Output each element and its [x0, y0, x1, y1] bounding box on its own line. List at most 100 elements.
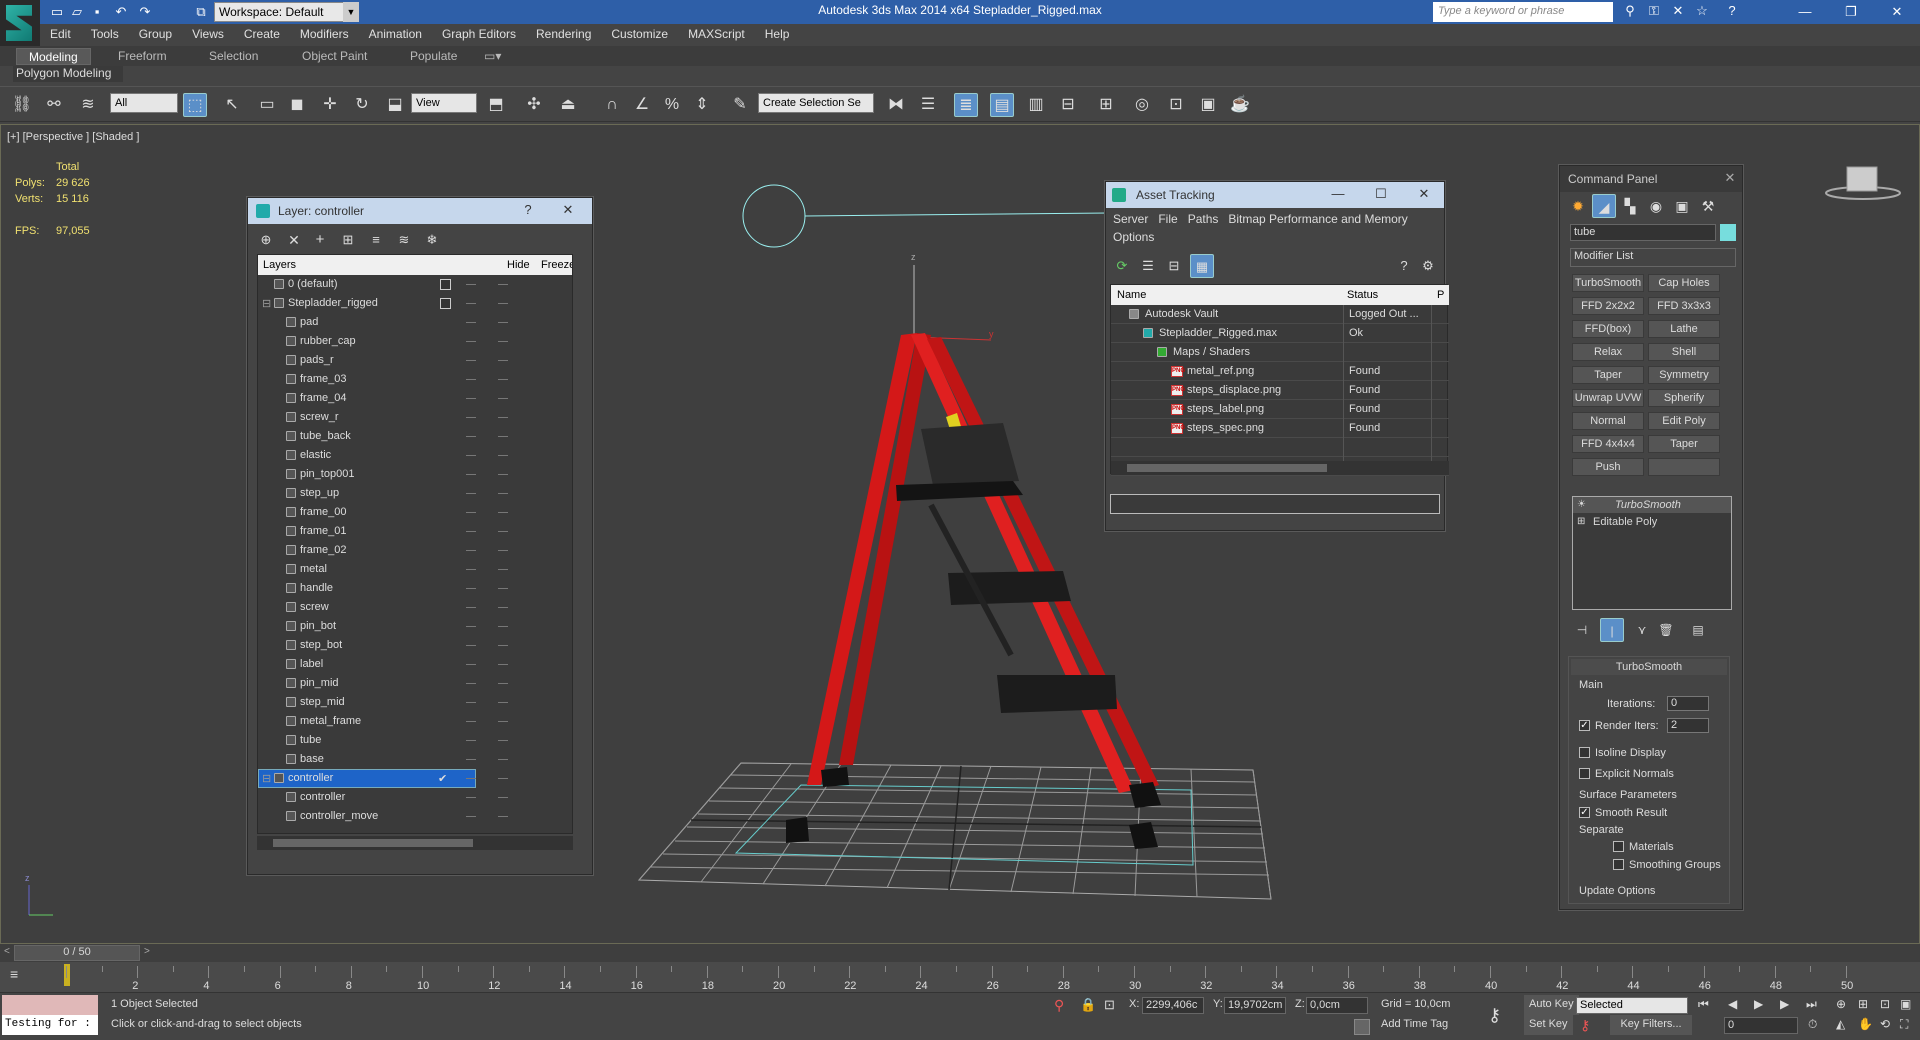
layer-object-row[interactable]: tube — [258, 731, 572, 750]
link-icon[interactable]: ⛓ — [10, 93, 34, 117]
hide-toggle[interactable] — [466, 740, 476, 741]
modifier-set-button[interactable]: Shell — [1648, 343, 1720, 361]
key-mode-dropdown[interactable]: Selected — [1576, 997, 1688, 1014]
move-icon[interactable]: ✛ — [318, 93, 342, 117]
smooth-result-checkbox[interactable]: ✓ — [1579, 807, 1590, 818]
layer-object-row[interactable]: tube_back — [258, 427, 572, 446]
menu-options[interactable]: Options — [1108, 230, 1159, 244]
freeze-toggle[interactable] — [498, 816, 508, 817]
asset-path-field[interactable] — [1110, 494, 1440, 514]
undo-icon[interactable]: ↶ — [112, 3, 130, 21]
selection-lock-icon[interactable]: 🔒 — [1080, 997, 1096, 1013]
freeze-toggle[interactable] — [498, 702, 508, 703]
col-freeze[interactable]: Freeze — [541, 259, 572, 271]
freeze-toggle[interactable] — [498, 284, 508, 285]
minimize-icon[interactable]: — — [1328, 186, 1348, 204]
select-by-name-icon[interactable]: ↖ — [220, 93, 244, 117]
hide-toggle[interactable] — [466, 398, 476, 399]
hide-toggle[interactable] — [466, 588, 476, 589]
list-view-icon[interactable]: ☰ — [1136, 254, 1160, 278]
asset-row[interactable]: Autodesk Vault Logged Out ... — [1111, 305, 1449, 324]
create-tab-icon[interactable]: ✹ — [1566, 194, 1590, 218]
time-slider[interactable]: < 0 / 50 > — [0, 944, 1920, 962]
menu-tools[interactable]: Tools — [81, 24, 129, 44]
settings-icon[interactable]: ⚙ — [1416, 254, 1440, 278]
hierarchy-tab-icon[interactable]: ▚ — [1618, 194, 1642, 218]
select-manipulate-icon[interactable]: ✣ — [522, 93, 546, 117]
asset-row[interactable]: PNG steps_displace.png Found — [1111, 381, 1449, 400]
rollout-title[interactable]: TurboSmooth — [1571, 659, 1727, 675]
maximize-icon[interactable]: ☐ — [1371, 186, 1391, 204]
collapse-icon[interactable]: ⊟ — [262, 772, 271, 785]
layer-object-row[interactable]: frame_02 — [258, 541, 572, 560]
freeze-toggle[interactable] — [498, 645, 508, 646]
render-frame-icon[interactable]: ▣ — [1196, 93, 1220, 117]
layer-manager-icon[interactable]: ≣ — [954, 93, 978, 117]
modifier-set-button[interactable]: FFD(box) — [1572, 320, 1644, 338]
layer-panel-title[interactable]: Layer: controller — [248, 198, 592, 224]
col-hide[interactable]: Hide — [507, 259, 530, 271]
freeze-toggle[interactable] — [498, 341, 508, 342]
spinner-snap-icon[interactable]: ⇕ — [690, 93, 714, 117]
hide-toggle[interactable] — [466, 645, 476, 646]
asset-row[interactable] — [1111, 438, 1449, 457]
stack-item-turbosmooth[interactable]: ☀ TurboSmooth — [1573, 497, 1731, 513]
bind-space-warp-icon[interactable]: ≋ — [76, 93, 100, 117]
hide-toggle[interactable] — [466, 759, 476, 760]
menu-customize[interactable]: Customize — [601, 24, 678, 44]
ref-coord-dropdown[interactable]: View — [411, 93, 477, 113]
modifier-set-button[interactable]: Push — [1572, 458, 1644, 476]
modifier-set-button[interactable]: Unwrap UVW — [1572, 389, 1644, 407]
hide-toggle[interactable] — [466, 569, 476, 570]
collapse-icon[interactable]: ⊟ — [262, 297, 271, 310]
menu-file[interactable]: File — [1153, 212, 1182, 226]
time-config-icon[interactable]: ⏱ — [1808, 1017, 1817, 1032]
tab-freeform[interactable]: Freeform — [106, 48, 179, 65]
freeze-toggle[interactable] — [498, 455, 508, 456]
modifier-set-button[interactable]: Normal — [1572, 412, 1644, 430]
orbit-icon[interactable]: ⟲ — [1880, 1017, 1890, 1031]
layer-row[interactable]: 0 (default) — [258, 275, 572, 294]
close-icon[interactable]: ✕ — [558, 202, 578, 220]
freeze-toggle[interactable] — [498, 607, 508, 608]
tree-view-icon[interactable]: ⊟ — [1162, 254, 1186, 278]
hide-toggle[interactable] — [466, 816, 476, 817]
graphite-toolbar-icon[interactable]: ▥ — [1024, 93, 1048, 117]
next-frame-icon[interactable]: > — [144, 946, 154, 960]
maxscript-listener-pink[interactable] — [2, 995, 98, 1015]
modifier-set-button[interactable]: Taper — [1648, 435, 1720, 453]
modifier-set-button[interactable]: Lathe — [1648, 320, 1720, 338]
edit-named-selection-icon[interactable]: ✎ — [728, 93, 752, 117]
freeze-toggle[interactable] — [498, 512, 508, 513]
layer-object-row[interactable]: pad — [258, 313, 572, 332]
layer-object-row[interactable]: frame_01 — [258, 522, 572, 541]
asset-grid[interactable]: Name Status P Autodesk Vault Logged Out .… — [1110, 284, 1449, 476]
isolate-selection-icon[interactable]: ⚲ — [1054, 997, 1064, 1014]
col-name[interactable]: Name — [1117, 289, 1146, 301]
highlight-layer-icon[interactable]: ≡ — [364, 228, 388, 252]
current-frame-marker[interactable] — [64, 964, 70, 986]
command-panel-title[interactable]: Command Panel — [1560, 166, 1742, 192]
y-coord-input[interactable]: 19,9702cm — [1224, 997, 1286, 1014]
motion-tab-icon[interactable]: ◉ — [1644, 194, 1668, 218]
layer-hscrollbar[interactable] — [257, 836, 573, 850]
configure-sets-icon[interactable]: ▤ — [1686, 618, 1710, 642]
render-iters-spinner[interactable]: 2 — [1667, 718, 1709, 733]
play-icon[interactable]: ▶ — [1754, 997, 1763, 1011]
hide-toggle[interactable] — [466, 341, 476, 342]
freeze-toggle[interactable] — [498, 436, 508, 437]
smoothing-groups-checkbox[interactable] — [1613, 859, 1624, 870]
freeze-toggle[interactable] — [498, 778, 508, 779]
maximize-viewport-icon[interactable]: ⛶ — [1900, 1017, 1908, 1032]
current-layer-checkbox[interactable] — [440, 298, 451, 309]
freeze-toggle[interactable] — [498, 683, 508, 684]
layer-object-row[interactable]: pin_mid — [258, 674, 572, 693]
layer-object-row[interactable]: frame_04 — [258, 389, 572, 408]
modifier-list-dropdown[interactable]: Modifier List — [1570, 248, 1736, 267]
hide-toggle[interactable] — [466, 322, 476, 323]
minimize-button[interactable]: — — [1782, 0, 1828, 24]
layer-list[interactable]: Layers Hide Freeze 0 (default) ⊟ Stepladde… — [257, 254, 573, 834]
freeze-toggle[interactable] — [498, 664, 508, 665]
remove-modifier-icon[interactable]: 🗑 — [1654, 618, 1678, 642]
freeze-toggle[interactable] — [498, 797, 508, 798]
